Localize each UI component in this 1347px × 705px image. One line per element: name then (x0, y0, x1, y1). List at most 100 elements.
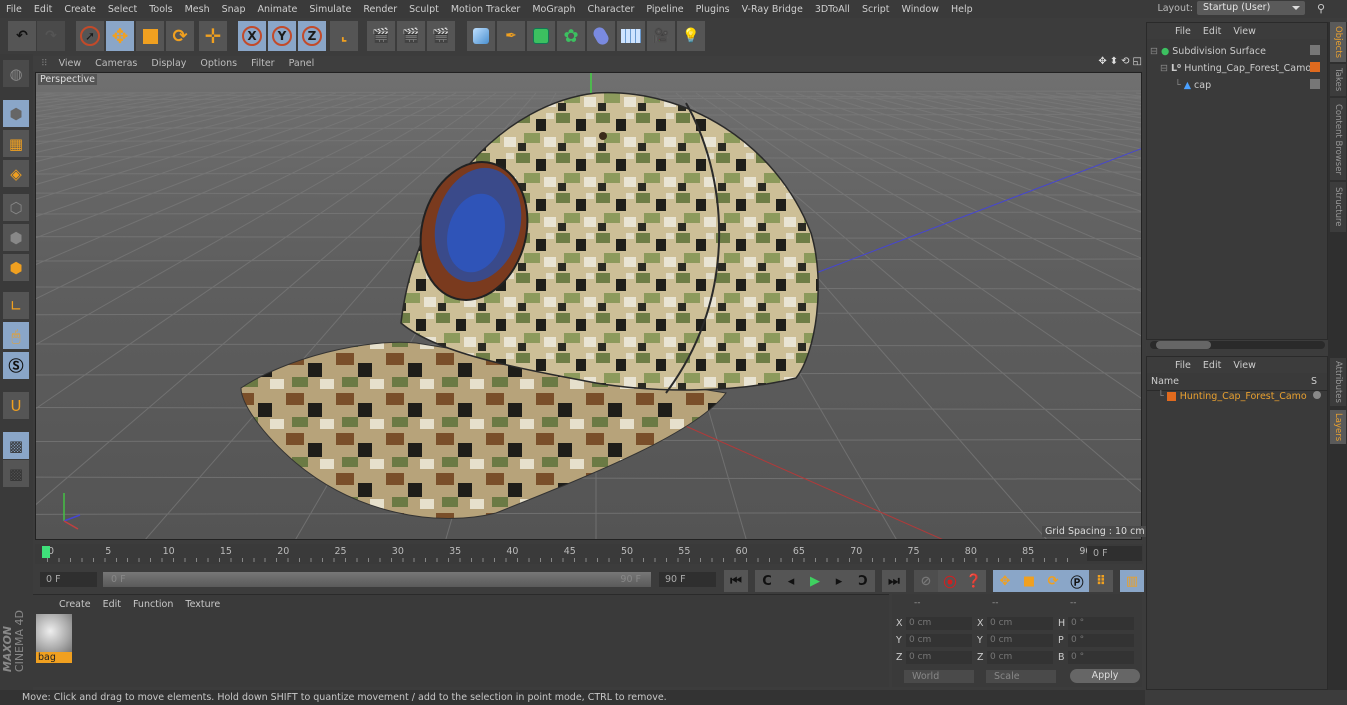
menu-mesh[interactable]: Mesh (179, 4, 216, 15)
workplane-lock-button[interactable]: ▩ (3, 432, 29, 459)
apply-button[interactable]: Apply (1070, 669, 1140, 683)
rotate-button[interactable]: ⟳ (166, 21, 194, 51)
material-menu-texture[interactable]: Texture (179, 599, 226, 610)
pan-icon[interactable]: ✥ (1098, 56, 1106, 67)
menu-select[interactable]: Select (102, 4, 143, 15)
menu-create[interactable]: Create (58, 4, 102, 15)
coord-space-dropdown[interactable]: World (904, 670, 974, 683)
objects-menu-edit[interactable]: Edit (1197, 26, 1227, 37)
visibility-toggle[interactable] (1310, 45, 1320, 55)
timeline-ruler[interactable]: 0 5 10 15 20 25 30 35 40 45 50 55 60 65 70 75 80 85 90 (35, 544, 1143, 564)
undo-button[interactable]: ↶ (8, 21, 36, 51)
axis-mode-button[interactable]: ∟ (3, 292, 29, 319)
tab-content-browser[interactable]: Content Browser (1330, 98, 1346, 180)
next-frame-button[interactable]: ▸ (827, 570, 851, 592)
layer-row[interactable]: └ Hunting_Cap_Forest_Camo (1158, 388, 1307, 404)
tree-expand-icon[interactable]: ⊟ (1160, 63, 1168, 74)
coord-value-field[interactable]: 0 cm (987, 634, 1053, 647)
panel-grip-icon[interactable]: ⠿ (41, 59, 48, 69)
current-frame-field[interactable]: 0 F (1087, 546, 1142, 561)
coord-value-field[interactable]: 0 cm (987, 617, 1053, 630)
maximize-icon[interactable]: ◱ (1133, 56, 1142, 67)
menu-file[interactable]: File (0, 4, 28, 15)
menu-simulate[interactable]: Simulate (303, 4, 357, 15)
viewport[interactable] (35, 72, 1142, 540)
play-button[interactable]: ▶ (803, 570, 827, 592)
viewport-menu-cameras[interactable]: Cameras (88, 58, 144, 69)
menu-window[interactable]: Window (896, 4, 945, 15)
next-key-button[interactable]: Ɔ (851, 570, 875, 592)
material-menu-function[interactable]: Function (127, 599, 179, 610)
menu-mograph[interactable]: MoGraph (526, 4, 581, 15)
scrollbar-thumb[interactable] (1156, 341, 1211, 349)
layers-menu-file[interactable]: File (1169, 360, 1197, 371)
menu-snap[interactable]: Snap (216, 4, 252, 15)
coord-mode-dropdown[interactable]: Scale (986, 670, 1056, 683)
material-thumbnail[interactable] (36, 614, 72, 652)
object-row-hunting-cap[interactable]: ⊟ L⁰ Hunting_Cap_Forest_Camo (1160, 60, 1311, 76)
autokey-button[interactable]: ⦿ (938, 570, 962, 592)
orbit-icon[interactable]: ⟲ (1121, 56, 1129, 67)
tweak-mode-button[interactable]: 🖱 (3, 322, 29, 349)
coord-value-field[interactable]: 0 cm (987, 651, 1053, 664)
viewport-menu-display[interactable]: Display (144, 58, 193, 69)
coord-value-field[interactable]: 0 cm (906, 634, 972, 647)
tree-expand-icon[interactable]: ⊟ (1150, 46, 1158, 57)
render-picture-viewer-button[interactable]: 🎬 (397, 21, 425, 51)
tab-objects[interactable]: Objects (1330, 22, 1346, 62)
points-mode-button[interactable]: ⬡ (3, 194, 29, 221)
menu-render[interactable]: Render (357, 4, 403, 15)
coord-value-field[interactable]: 0 ° (1068, 634, 1134, 647)
menu-script[interactable]: Script (856, 4, 896, 15)
timeline-window-button[interactable]: ▥ (1120, 570, 1144, 592)
menu-plugins[interactable]: Plugins (690, 4, 736, 15)
layers-menu-edit[interactable]: Edit (1197, 360, 1227, 371)
layer-solo-toggle[interactable] (1313, 391, 1321, 399)
tab-layers[interactable]: Layers (1330, 410, 1346, 444)
menu-tools[interactable]: Tools (143, 4, 178, 15)
menu-motion-tracker[interactable]: Motion Tracker (445, 4, 527, 15)
material-menu-edit[interactable]: Edit (97, 599, 127, 610)
viewport-menu-options[interactable]: Options (193, 58, 244, 69)
material-menu-create[interactable]: Create (53, 599, 97, 610)
floor-button[interactable] (617, 21, 645, 51)
objects-menu-view[interactable]: View (1227, 26, 1262, 37)
render-settings-button[interactable]: 🎬 (427, 21, 455, 51)
go-to-end-button[interactable]: ⏭ (882, 570, 906, 592)
menu-3dtoall[interactable]: 3DToAll (809, 4, 856, 15)
cube-button[interactable] (467, 21, 495, 51)
frame-range-slider[interactable]: 0 F 90 F (103, 572, 651, 587)
snap-button[interactable]: U (3, 392, 29, 419)
key-parameter-button[interactable]: Ⓟ (1065, 570, 1089, 592)
coord-value-field[interactable]: 0 ° (1068, 617, 1134, 630)
key-pla-button[interactable]: ⠿ (1089, 570, 1113, 592)
move-button[interactable]: ✥ (106, 21, 134, 51)
y-axis-button[interactable]: Y (268, 21, 296, 51)
make-editable-button[interactable]: ◍ (3, 60, 29, 87)
end-frame-field[interactable]: 90 F (659, 572, 716, 587)
layer-color-tag[interactable] (1310, 62, 1320, 72)
go-to-start-button[interactable]: ⏮ (724, 570, 748, 592)
workplane-mode-button[interactable]: ◈ (3, 160, 29, 187)
key-position-button[interactable]: ✥ (993, 570, 1017, 592)
scale-button[interactable] (136, 21, 164, 51)
viewport-menu-view[interactable]: View (52, 58, 89, 69)
visibility-toggle[interactable] (1310, 79, 1320, 89)
object-manager-scrollbar[interactable] (1150, 341, 1325, 349)
menu-sculpt[interactable]: Sculpt (403, 4, 445, 15)
x-axis-button[interactable]: X (238, 21, 266, 51)
texture-mode-button[interactable]: ▦ (3, 130, 29, 157)
cloner-button[interactable]: ✿ (557, 21, 585, 51)
menu-help[interactable]: Help (945, 4, 979, 15)
workplane-button[interactable]: ▩ (3, 460, 29, 487)
coord-value-field[interactable]: 0 ° (1068, 651, 1134, 664)
tab-structure[interactable]: Structure (1330, 182, 1346, 232)
subdivision-button[interactable] (527, 21, 555, 51)
material-name[interactable]: bag (36, 652, 72, 663)
camera-button[interactable]: 🎥 (647, 21, 675, 51)
redo-button[interactable]: ↷ (37, 21, 65, 51)
menu-pipeline[interactable]: Pipeline (640, 4, 689, 15)
live-selection-button[interactable]: ➚ (76, 21, 104, 51)
record-active-button[interactable]: ⊘ (914, 570, 938, 592)
key-rotation-button[interactable]: ⟳ (1041, 570, 1065, 592)
